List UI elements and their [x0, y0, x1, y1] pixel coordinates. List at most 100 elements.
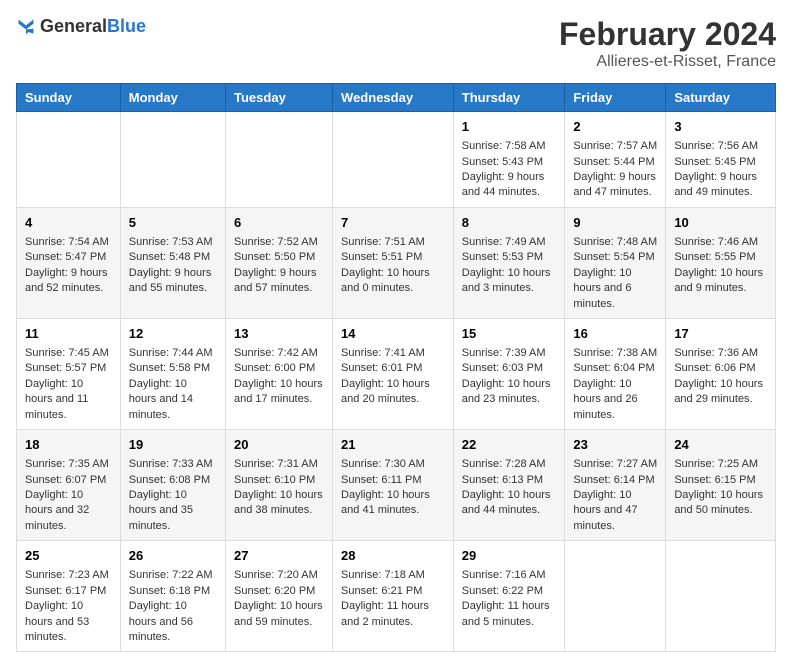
calendar-table: Sunday Monday Tuesday Wednesday Thursday…: [16, 83, 776, 652]
day-info: Sunrise: 7:16 AM Sunset: 6:22 PM Dayligh…: [462, 568, 557, 630]
day-info: Sunrise: 7:38 AM Sunset: 6:04 PM Dayligh…: [573, 346, 657, 423]
week-row-4: 18 Sunrise: 7:35 AM Sunset: 6:07 PM Dayl…: [17, 430, 776, 541]
day-cell: 20 Sunrise: 7:31 AM Sunset: 6:10 PM Dayl…: [226, 430, 333, 541]
day-cell: [666, 541, 776, 652]
day-cell: 18 Sunrise: 7:35 AM Sunset: 6:07 PM Dayl…: [17, 430, 121, 541]
day-info: Sunrise: 7:31 AM Sunset: 6:10 PM Dayligh…: [234, 457, 324, 519]
day-cell: 29 Sunrise: 7:16 AM Sunset: 6:22 PM Dayl…: [453, 541, 565, 652]
day-number: 19: [129, 436, 217, 454]
day-cell: 2 Sunrise: 7:57 AM Sunset: 5:44 PM Dayli…: [565, 112, 666, 208]
day-cell: 6 Sunrise: 7:52 AM Sunset: 5:50 PM Dayli…: [226, 207, 333, 318]
header: GeneralBlue February 2024 Allieres-et-Ri…: [16, 16, 776, 71]
day-number: 17: [674, 325, 767, 343]
day-number: 5: [129, 214, 217, 232]
day-info: Sunrise: 7:33 AM Sunset: 6:08 PM Dayligh…: [129, 457, 217, 534]
day-info: Sunrise: 7:56 AM Sunset: 5:45 PM Dayligh…: [674, 139, 767, 201]
col-monday: Monday: [120, 84, 225, 112]
day-info: Sunrise: 7:18 AM Sunset: 6:21 PM Dayligh…: [341, 568, 445, 630]
day-info: Sunrise: 7:42 AM Sunset: 6:00 PM Dayligh…: [234, 346, 324, 408]
day-info: Sunrise: 7:35 AM Sunset: 6:07 PM Dayligh…: [25, 457, 112, 534]
day-info: Sunrise: 7:57 AM Sunset: 5:44 PM Dayligh…: [573, 139, 657, 201]
day-number: 18: [25, 436, 112, 454]
col-wednesday: Wednesday: [333, 84, 454, 112]
day-info: Sunrise: 7:45 AM Sunset: 5:57 PM Dayligh…: [25, 346, 112, 423]
day-cell: [120, 112, 225, 208]
day-info: Sunrise: 7:44 AM Sunset: 5:58 PM Dayligh…: [129, 346, 217, 423]
day-info: Sunrise: 7:30 AM Sunset: 6:11 PM Dayligh…: [341, 457, 445, 519]
day-number: 14: [341, 325, 445, 343]
day-cell: 7 Sunrise: 7:51 AM Sunset: 5:51 PM Dayli…: [333, 207, 454, 318]
day-cell: 22 Sunrise: 7:28 AM Sunset: 6:13 PM Dayl…: [453, 430, 565, 541]
day-number: 6: [234, 214, 324, 232]
day-number: 3: [674, 118, 767, 136]
day-number: 9: [573, 214, 657, 232]
day-number: 1: [462, 118, 557, 136]
logo-general: General: [40, 16, 107, 36]
day-cell: 15 Sunrise: 7:39 AM Sunset: 6:03 PM Dayl…: [453, 318, 565, 429]
col-saturday: Saturday: [666, 84, 776, 112]
day-info: Sunrise: 7:49 AM Sunset: 5:53 PM Dayligh…: [462, 235, 557, 297]
week-row-3: 11 Sunrise: 7:45 AM Sunset: 5:57 PM Dayl…: [17, 318, 776, 429]
main-title: February 2024: [559, 16, 776, 53]
title-area: February 2024 Allieres-et-Risset, France: [559, 16, 776, 71]
day-number: 27: [234, 547, 324, 565]
day-cell: 19 Sunrise: 7:33 AM Sunset: 6:08 PM Dayl…: [120, 430, 225, 541]
week-row-1: 1 Sunrise: 7:58 AM Sunset: 5:43 PM Dayli…: [17, 112, 776, 208]
day-info: Sunrise: 7:22 AM Sunset: 6:18 PM Dayligh…: [129, 568, 217, 645]
day-number: 23: [573, 436, 657, 454]
day-info: Sunrise: 7:25 AM Sunset: 6:15 PM Dayligh…: [674, 457, 767, 519]
day-info: Sunrise: 7:23 AM Sunset: 6:17 PM Dayligh…: [25, 568, 112, 645]
day-number: 20: [234, 436, 324, 454]
calendar-header-row: Sunday Monday Tuesday Wednesday Thursday…: [17, 84, 776, 112]
day-number: 4: [25, 214, 112, 232]
day-cell: 28 Sunrise: 7:18 AM Sunset: 6:21 PM Dayl…: [333, 541, 454, 652]
day-number: 11: [25, 325, 112, 343]
day-cell: 14 Sunrise: 7:41 AM Sunset: 6:01 PM Dayl…: [333, 318, 454, 429]
day-number: 28: [341, 547, 445, 565]
day-cell: 17 Sunrise: 7:36 AM Sunset: 6:06 PM Dayl…: [666, 318, 776, 429]
day-cell: 25 Sunrise: 7:23 AM Sunset: 6:17 PM Dayl…: [17, 541, 121, 652]
day-cell: [17, 112, 121, 208]
day-cell: 16 Sunrise: 7:38 AM Sunset: 6:04 PM Dayl…: [565, 318, 666, 429]
day-cell: 9 Sunrise: 7:48 AM Sunset: 5:54 PM Dayli…: [565, 207, 666, 318]
day-cell: [226, 112, 333, 208]
day-info: Sunrise: 7:39 AM Sunset: 6:03 PM Dayligh…: [462, 346, 557, 408]
col-thursday: Thursday: [453, 84, 565, 112]
day-cell: 8 Sunrise: 7:49 AM Sunset: 5:53 PM Dayli…: [453, 207, 565, 318]
day-info: Sunrise: 7:36 AM Sunset: 6:06 PM Dayligh…: [674, 346, 767, 408]
day-info: Sunrise: 7:20 AM Sunset: 6:20 PM Dayligh…: [234, 568, 324, 630]
day-number: 2: [573, 118, 657, 136]
day-cell: [333, 112, 454, 208]
day-info: Sunrise: 7:28 AM Sunset: 6:13 PM Dayligh…: [462, 457, 557, 519]
day-cell: [565, 541, 666, 652]
day-info: Sunrise: 7:51 AM Sunset: 5:51 PM Dayligh…: [341, 235, 445, 297]
week-row-2: 4 Sunrise: 7:54 AM Sunset: 5:47 PM Dayli…: [17, 207, 776, 318]
day-number: 26: [129, 547, 217, 565]
logo-bird-icon: [16, 17, 36, 37]
day-number: 22: [462, 436, 557, 454]
day-number: 7: [341, 214, 445, 232]
day-cell: 12 Sunrise: 7:44 AM Sunset: 5:58 PM Dayl…: [120, 318, 225, 429]
day-cell: 1 Sunrise: 7:58 AM Sunset: 5:43 PM Dayli…: [453, 112, 565, 208]
day-number: 24: [674, 436, 767, 454]
day-cell: 11 Sunrise: 7:45 AM Sunset: 5:57 PM Dayl…: [17, 318, 121, 429]
col-sunday: Sunday: [17, 84, 121, 112]
day-info: Sunrise: 7:46 AM Sunset: 5:55 PM Dayligh…: [674, 235, 767, 297]
day-number: 12: [129, 325, 217, 343]
day-cell: 23 Sunrise: 7:27 AM Sunset: 6:14 PM Dayl…: [565, 430, 666, 541]
day-number: 21: [341, 436, 445, 454]
day-cell: 3 Sunrise: 7:56 AM Sunset: 5:45 PM Dayli…: [666, 112, 776, 208]
day-info: Sunrise: 7:53 AM Sunset: 5:48 PM Dayligh…: [129, 235, 217, 297]
col-tuesday: Tuesday: [226, 84, 333, 112]
day-info: Sunrise: 7:41 AM Sunset: 6:01 PM Dayligh…: [341, 346, 445, 408]
day-info: Sunrise: 7:52 AM Sunset: 5:50 PM Dayligh…: [234, 235, 324, 297]
col-friday: Friday: [565, 84, 666, 112]
logo-text: GeneralBlue: [40, 16, 146, 37]
day-number: 29: [462, 547, 557, 565]
day-number: 25: [25, 547, 112, 565]
day-cell: 24 Sunrise: 7:25 AM Sunset: 6:15 PM Dayl…: [666, 430, 776, 541]
day-cell: 5 Sunrise: 7:53 AM Sunset: 5:48 PM Dayli…: [120, 207, 225, 318]
day-number: 15: [462, 325, 557, 343]
day-cell: 10 Sunrise: 7:46 AM Sunset: 5:55 PM Dayl…: [666, 207, 776, 318]
day-number: 16: [573, 325, 657, 343]
